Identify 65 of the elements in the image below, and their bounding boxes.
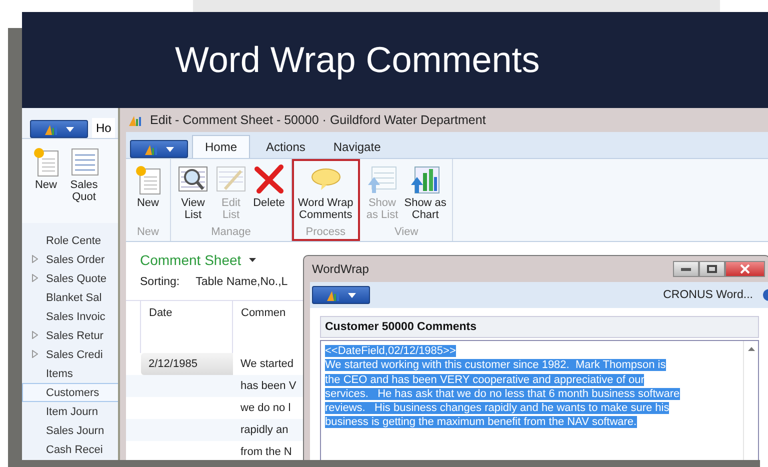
expand-icon[interactable] <box>32 274 38 282</box>
caret-icon[interactable] <box>249 258 256 262</box>
caret-icon <box>348 292 356 298</box>
group-label: Manage <box>211 226 251 240</box>
ribbon-button[interactable]: Show as Chart <box>404 163 446 226</box>
group-label: View <box>394 226 418 240</box>
ribbon-button[interactable]: Sales Quot <box>68 145 100 223</box>
nav-item[interactable]: Sales Credi <box>22 345 122 364</box>
minimize-button[interactable] <box>673 261 699 277</box>
window-title: Edit - Comment Sheet - 50000 · Guildford Water Department <box>150 113 486 127</box>
maximize-button[interactable] <box>699 261 725 277</box>
ribbon-tab[interactable]: Home <box>192 135 250 158</box>
section-header: Customer 50000 Comments <box>320 316 759 338</box>
partial-tab[interactable]: Ho <box>92 118 116 138</box>
table-cell: rapidly an <box>232 419 304 441</box>
nav-item[interactable]: Sales Quote <box>22 269 122 288</box>
app-menu-button[interactable] <box>30 120 88 138</box>
sorting-label: Sorting: <box>140 276 180 288</box>
ribbon-tab[interactable]: Navigate <box>321 136 393 158</box>
table-cell: 2/12/1985 <box>140 353 232 375</box>
nav-item[interactable]: Items <box>22 364 122 383</box>
close-button[interactable] <box>725 261 765 277</box>
ribbon-tab[interactable]: Actions <box>254 136 318 158</box>
app-menu-button[interactable] <box>312 286 370 304</box>
logo-icon <box>326 289 342 301</box>
group-label: Process <box>306 226 346 240</box>
minimize-icon <box>681 268 691 270</box>
table-cell: We started <box>232 353 304 375</box>
expand-icon[interactable] <box>32 255 38 263</box>
logo-icon <box>144 143 160 155</box>
nav-item[interactable]: Cash Recei <box>22 440 122 459</box>
close-icon <box>740 264 750 274</box>
caret-icon <box>66 126 74 132</box>
table-cell: we do no l <box>232 397 304 419</box>
maximize-icon <box>707 265 717 273</box>
company-name: CRONUS Word... <box>663 289 753 301</box>
table-cell: has been V <box>232 375 304 397</box>
expand-icon[interactable] <box>32 350 38 358</box>
ribbon-button[interactable]: Word Wrap Comments <box>298 163 354 226</box>
nav-item[interactable]: Sales Retur <box>22 326 122 345</box>
nav-item[interactable]: Item Journ <box>22 402 122 421</box>
page-title: Comment Sheet <box>140 252 242 268</box>
nav-item[interactable]: Sales Invoic <box>22 307 122 326</box>
nav-item[interactable]: Sales Order <box>22 250 122 269</box>
delete-icon <box>253 163 285 195</box>
app-menu-button[interactable] <box>130 140 188 158</box>
nav-item[interactable]: Sales Journ <box>22 421 122 440</box>
logo-icon <box>128 114 144 126</box>
nav-item[interactable]: Role Cente <box>22 231 122 250</box>
scroll-up-icon[interactable] <box>748 347 754 351</box>
sorting-value[interactable]: Table Name,No.,L <box>196 276 288 288</box>
caret-icon <box>166 146 174 152</box>
group-label: New <box>136 226 159 240</box>
comment-text: <<DateField,02/12/1985>> We started working with this customer since 1982. Mark Thompson is the CEO and has been VERY cooperative and appreciative of our services. He has ask that we do no less that 6 month business software reviews. His business changes rapidly and he wants to make sure his business is getting the maximum benefit from the NAV software. <box>324 344 681 430</box>
slide-title: Word Wrap Comments <box>175 39 540 81</box>
ribbon-button[interactable]: View List <box>177 163 209 226</box>
comment-field[interactable] <box>320 340 759 460</box>
table-cell: from the N <box>232 441 304 460</box>
nav-item[interactable]: Blanket Sal <box>22 288 122 307</box>
ribbon-button[interactable]: Delete <box>253 163 285 226</box>
ribbon-button[interactable]: New <box>132 163 164 226</box>
ribbon-button[interactable]: New <box>30 145 62 223</box>
dialog-title: WordWrap <box>312 262 370 276</box>
logo-icon <box>44 123 60 135</box>
expand-icon[interactable] <box>32 331 38 339</box>
